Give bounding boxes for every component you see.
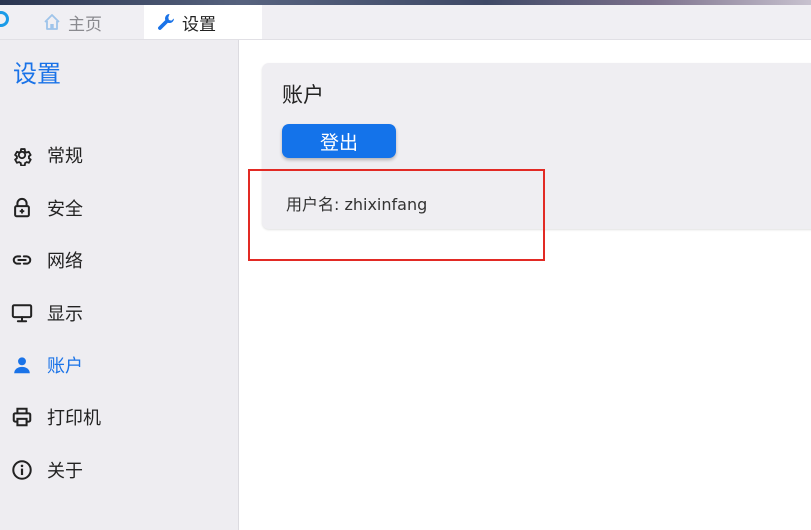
red-highlight-box [248,169,545,261]
sidebar-item-label: 网络 [47,251,83,272]
sidebar-item-printer[interactable]: 打印机 [0,397,238,437]
user-icon [11,354,33,376]
tab-settings-label: 设置 [182,14,216,35]
sidebar-item-label: 安全 [47,199,83,220]
sidebar-item-security[interactable]: 安全 [0,188,238,228]
link-icon [11,249,33,271]
sidebar-title: 设置 [13,60,61,88]
sidebar-item-display[interactable]: 显示 [0,293,238,333]
logout-button[interactable]: 登出 [282,124,396,158]
sidebar-item-label: 显示 [47,304,83,325]
tab-home-label: 主页 [68,14,102,35]
sidebar-item-general[interactable]: 常规 [0,135,238,175]
info-icon [11,459,33,481]
account-title: 账户 [282,83,324,107]
sidebar-item-label: 常规 [47,146,83,167]
home-icon [42,12,62,32]
app-logo-icon [0,10,10,28]
sidebar-item-about[interactable]: 关于 [0,450,238,490]
sidebar-item-account[interactable]: 账户 [0,345,238,385]
settings-sidebar: 设置 常规 安全 网络 显示 账户 打印机 关于 [0,40,239,530]
wrench-icon [156,12,176,32]
lock-icon [11,197,33,219]
sidebar-item-network[interactable]: 网络 [0,240,238,280]
monitor-icon [11,302,33,324]
tab-bar: 主页 设置 [0,0,811,40]
gear-icon [11,144,33,166]
printer-icon [11,406,33,428]
sidebar-item-label: 关于 [47,461,83,482]
tab-settings[interactable]: 设置 [144,5,262,39]
sidebar-item-label: 打印机 [47,408,101,429]
tab-home[interactable]: 主页 [34,5,142,39]
sidebar-item-label: 账户 [47,356,83,377]
